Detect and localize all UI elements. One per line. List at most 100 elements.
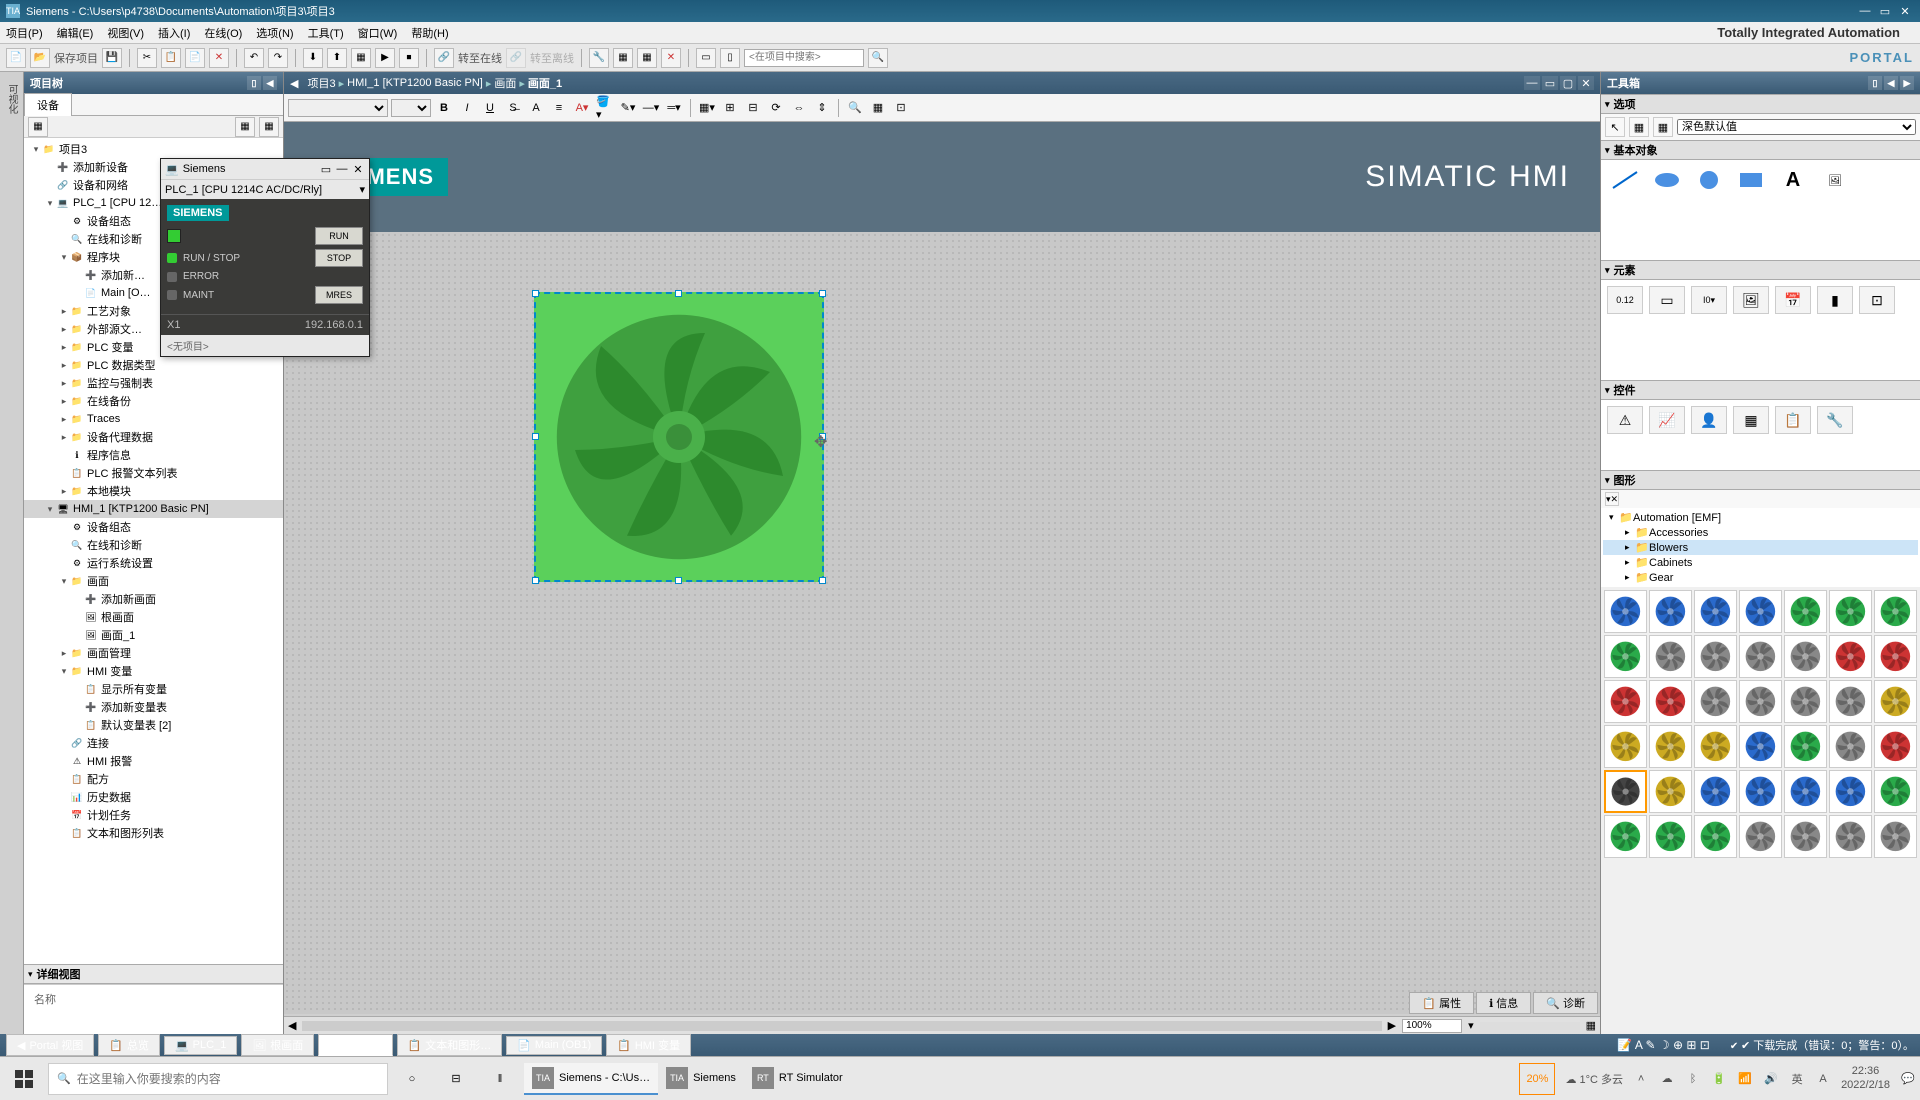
onedrive-icon[interactable]: ☁ xyxy=(1659,1071,1675,1087)
graphic-thumbnail[interactable] xyxy=(1829,770,1872,813)
graphics-tree-item[interactable]: ▸📁Gear xyxy=(1603,570,1918,585)
tree-item[interactable]: 📋显示所有变量 xyxy=(24,680,283,698)
graphic-thumbnail[interactable] xyxy=(1784,680,1827,723)
graphics-tree[interactable]: ▾📁Automation [EMF]▸📁Accessories▸📁Blowers… xyxy=(1601,508,1920,587)
menu-item[interactable]: 视图(V) xyxy=(107,25,144,41)
section-widgets[interactable]: 控件 xyxy=(1614,382,1636,398)
bottom-tab[interactable]: 📋文本和图形… xyxy=(397,1034,503,1056)
project-search-input[interactable] xyxy=(744,49,864,67)
graphic-thumbnail[interactable] xyxy=(1829,680,1872,723)
tree-item[interactable]: 📋配方 xyxy=(24,770,283,788)
tool-b[interactable]: ▦ xyxy=(613,48,633,68)
menu-item[interactable]: 工具(T) xyxy=(308,25,344,41)
toolbox-pin-icon[interactable]: ▯ xyxy=(1868,76,1882,90)
menu-item[interactable]: 窗口(W) xyxy=(358,25,398,41)
graphics-tree-item[interactable]: ▸📁Blowers xyxy=(1603,540,1918,555)
graphic-thumbnail[interactable] xyxy=(1604,635,1647,678)
graphic-thumbnail[interactable] xyxy=(1649,725,1692,768)
search-button[interactable]: 🔍 xyxy=(868,48,888,68)
tree-item[interactable]: ⚙运行系统设置 xyxy=(24,554,283,572)
breadcrumb-item[interactable]: 项目3 xyxy=(307,75,335,91)
line-style-button[interactable]: —▾ xyxy=(641,98,661,118)
tree-item[interactable]: ▸📁本地模块 xyxy=(24,482,283,500)
graphic-thumbnail[interactable] xyxy=(1694,770,1737,813)
graphic-thumbnail[interactable] xyxy=(1829,815,1872,858)
text-color-button[interactable]: A▾ xyxy=(572,98,592,118)
bold-button[interactable]: B xyxy=(434,98,454,118)
hmi-canvas[interactable]: SIEMENS SIMATIC HMI xyxy=(284,122,1600,1034)
tree-item[interactable]: 📋PLC 报警文本列表 xyxy=(24,464,283,482)
paste-button[interactable]: 📄 xyxy=(185,48,205,68)
graphic-thumbnail[interactable] xyxy=(1604,725,1647,768)
menu-item[interactable]: 编辑(E) xyxy=(57,25,94,41)
tree-item[interactable]: ▾📁画面 xyxy=(24,572,283,590)
image-shape[interactable]: 🖼 xyxy=(1817,166,1853,194)
graphic-thumbnail[interactable] xyxy=(1874,725,1917,768)
flip-v-button[interactable]: ⇕ xyxy=(812,98,832,118)
graphic-thumbnail[interactable] xyxy=(1784,635,1827,678)
properties-tab[interactable]: 📋属性 xyxy=(1409,992,1474,1014)
switch[interactable]: ⊡ xyxy=(1859,286,1895,314)
underline-button[interactable]: U xyxy=(480,98,500,118)
open-project-button[interactable]: 📂 xyxy=(30,48,50,68)
upload-button[interactable]: ⬆ xyxy=(327,48,347,68)
zoom-fit-button[interactable]: 🔍 xyxy=(845,98,865,118)
strike-button[interactable]: S̶ xyxy=(503,98,523,118)
tree-item[interactable]: 📊历史数据 xyxy=(24,788,283,806)
split-v[interactable]: ▯ xyxy=(720,48,740,68)
graphic-thumbnail[interactable] xyxy=(1694,635,1737,678)
graphic-thumbnail[interactable] xyxy=(1649,680,1692,723)
close-x[interactable]: ✕ xyxy=(661,48,681,68)
notifications-icon[interactable]: 💬 xyxy=(1900,1071,1916,1087)
editor-restore[interactable]: ▭ xyxy=(1542,76,1558,90)
taskbar-app[interactable]: RTRT Simulator xyxy=(744,1063,851,1095)
circle-shape[interactable] xyxy=(1691,166,1727,194)
tree-item[interactable]: ⚠HMI 报警 xyxy=(24,752,283,770)
breadcrumb-item[interactable]: 画面_1 xyxy=(528,75,562,91)
menu-item[interactable]: 选项(N) xyxy=(256,25,293,41)
tree-item[interactable]: 📋默认变量表 [2] xyxy=(24,716,283,734)
fan-graphic-object[interactable] xyxy=(534,292,824,582)
side-tab[interactable]: 可视化 xyxy=(2,76,21,122)
trend-view[interactable]: 📈 xyxy=(1649,406,1685,434)
tray-up-icon[interactable]: ˄ xyxy=(1633,1071,1649,1087)
bring-front-button[interactable]: ▦▾ xyxy=(697,98,717,118)
tree-item[interactable]: ▾📁项目3 xyxy=(24,140,283,158)
bottom-tab[interactable]: 🖼画面_1 xyxy=(318,1034,392,1056)
graphic-thumbnail[interactable] xyxy=(1694,680,1737,723)
user-view[interactable]: 👤 xyxy=(1691,406,1727,434)
tree-tool-b[interactable]: ▦ xyxy=(235,117,255,137)
text-shape[interactable]: A xyxy=(1775,166,1811,194)
graphics-tree-item[interactable]: ▾📁Automation [EMF] xyxy=(1603,510,1918,525)
bluetooth-icon[interactable]: ᛒ xyxy=(1685,1071,1701,1087)
graphic-thumbnail[interactable] xyxy=(1739,680,1782,723)
panel-pin-icon[interactable]: ▯ xyxy=(247,76,261,90)
tree-item[interactable]: 📅计划任务 xyxy=(24,806,283,824)
bottom-tab[interactable]: 🖼根画面 xyxy=(241,1034,314,1056)
graphic-io[interactable]: 🖼 xyxy=(1733,286,1769,314)
clear-fmt-button[interactable]: A xyxy=(526,98,546,118)
menu-item[interactable]: 帮助(H) xyxy=(411,25,448,41)
menu-item[interactable]: 项目(P) xyxy=(6,25,43,41)
graphic-thumbnail[interactable] xyxy=(1829,590,1872,633)
start-button[interactable]: ▶ xyxy=(375,48,395,68)
editor-close[interactable]: ✕ xyxy=(1578,76,1594,90)
ime-icon[interactable]: 英 xyxy=(1789,1071,1805,1087)
menu-item[interactable]: 在线(O) xyxy=(204,25,242,41)
graphic-thumbnail[interactable] xyxy=(1649,815,1692,858)
stop-button[interactable]: STOP xyxy=(315,249,363,267)
align-obj-button[interactable]: ⊞ xyxy=(720,98,740,118)
distribute-button[interactable]: ⊟ xyxy=(743,98,763,118)
bottom-tab[interactable]: 📋HMI 变量 xyxy=(606,1034,691,1056)
bottom-tab[interactable]: ◀Portal 视图 xyxy=(6,1034,94,1056)
tree-item[interactable]: 🔍在线和诊断 xyxy=(24,536,283,554)
breadcrumb-item[interactable]: HMI_1 [KTP1200 Basic PN] xyxy=(347,77,483,89)
graphic-thumbnail[interactable] xyxy=(1604,680,1647,723)
zoom-fit[interactable]: ▦ xyxy=(1586,1019,1596,1032)
tool-a[interactable]: 🔧 xyxy=(589,48,609,68)
redo-button[interactable]: ↷ xyxy=(268,48,288,68)
bottom-tab[interactable]: 📄Main (OB1) xyxy=(506,1036,602,1055)
graphic-thumbnail[interactable] xyxy=(1604,590,1647,633)
system-diag[interactable]: 🔧 xyxy=(1817,406,1853,434)
tree-item[interactable]: ℹ程序信息 xyxy=(24,446,283,464)
